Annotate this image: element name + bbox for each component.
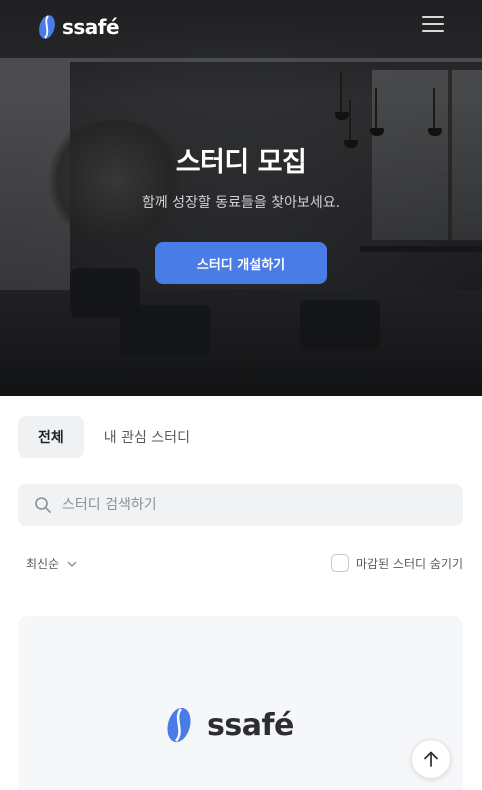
coffee-bean-logo-icon xyxy=(39,15,55,39)
hide-closed-toggle[interactable]: 마감된 스터디 숨기기 xyxy=(331,554,463,572)
top-navigation: ssafé xyxy=(0,0,482,56)
study-tabs: 전체 내 관심 스터디 xyxy=(18,416,210,458)
hero-bg-table xyxy=(360,246,482,252)
logo-text: ssafé xyxy=(62,15,120,39)
sort-label: 최신순 xyxy=(26,557,60,571)
hero-subtitle: 함께 성장할 동료들을 찾아보세요. xyxy=(141,195,341,211)
card-logo-text: ssafé xyxy=(207,707,294,743)
search-bar xyxy=(18,484,463,526)
chevron-down-icon xyxy=(67,561,77,567)
tab-my-interest[interactable]: 내 관심 스터디 xyxy=(84,416,210,458)
hide-closed-label: 마감된 스터디 숨기기 xyxy=(356,556,463,571)
scroll-to-top-button[interactable] xyxy=(411,739,451,779)
search-icon xyxy=(35,497,51,513)
hamburger-icon-line xyxy=(422,23,444,25)
arrow-up-icon xyxy=(424,751,438,767)
hero-bg-lamp xyxy=(335,72,349,120)
hero-bg-plant xyxy=(40,120,190,240)
card-thumbnail-logo: ssafé xyxy=(165,706,294,744)
hero-banner: ssafé 스터디 모집 함께 성장할 동료들을 찾아보세요. 스터디 개설하기 xyxy=(0,0,482,396)
create-study-button[interactable]: 스터디 개설하기 xyxy=(155,242,327,284)
site-logo[interactable]: ssafé xyxy=(38,14,120,40)
tab-all[interactable]: 전체 xyxy=(18,416,84,458)
study-card[interactable]: ssafé xyxy=(18,616,463,790)
search-input[interactable] xyxy=(62,497,442,513)
hero-bg-beam xyxy=(0,58,482,62)
hamburger-icon xyxy=(422,16,444,18)
hamburger-icon-line xyxy=(422,30,444,32)
hide-closed-checkbox[interactable] xyxy=(331,554,349,572)
hero-bg-chair xyxy=(120,305,210,355)
hero-bg-chair xyxy=(300,300,380,350)
sort-dropdown[interactable]: 최신순 xyxy=(26,555,77,572)
hero-title: 스터디 모집 xyxy=(175,147,307,178)
coffee-bean-logo-icon xyxy=(167,707,191,743)
menu-button[interactable] xyxy=(422,16,444,36)
